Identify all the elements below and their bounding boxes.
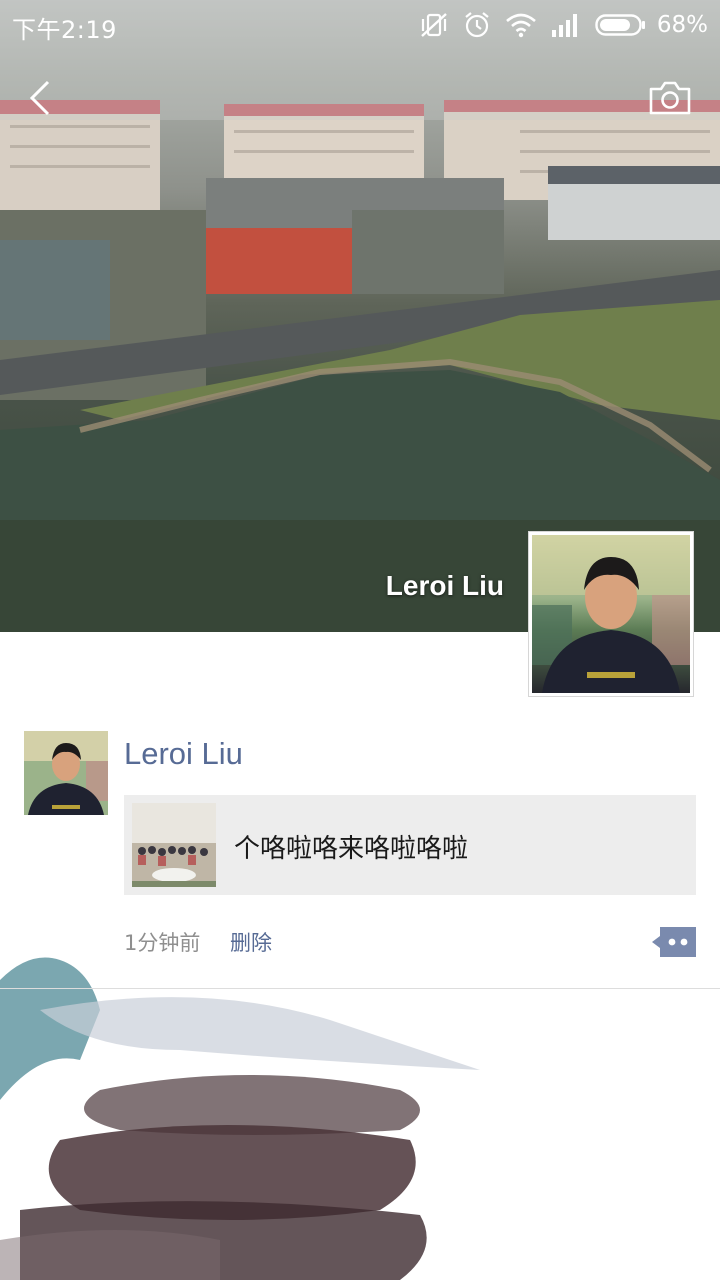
post-divider xyxy=(0,988,720,989)
link-thumbnail-art xyxy=(132,803,216,887)
shared-link-card[interactable]: 个咯啦咯来咯啦咯啦 xyxy=(124,795,696,895)
vibrate-off-icon xyxy=(421,13,447,37)
status-bar: 下午2:19 68% xyxy=(0,0,720,50)
camera-button[interactable] xyxy=(642,70,698,126)
brush-stroke-decoration xyxy=(0,957,480,1280)
profile-avatar[interactable] xyxy=(528,531,694,697)
camera-icon xyxy=(649,81,691,115)
post-author-name[interactable]: Leroi Liu xyxy=(124,736,243,772)
status-icons: 68% xyxy=(419,8,708,42)
link-thumbnail xyxy=(132,803,216,887)
battery-percent: 68% xyxy=(656,12,708,38)
avatar-portrait-art xyxy=(532,535,690,693)
wifi-icon xyxy=(506,13,536,38)
signal-icon xyxy=(551,14,577,37)
post-author-avatar[interactable] xyxy=(24,731,108,815)
back-button[interactable] xyxy=(12,70,68,126)
battery-icon xyxy=(595,14,645,36)
avatar xyxy=(532,535,690,693)
status-time: 下午2:19 xyxy=(12,16,117,44)
chevron-left-icon xyxy=(29,80,50,116)
link-title: 个咯啦咯来咯啦咯啦 xyxy=(234,834,469,864)
post-avatar-art xyxy=(24,731,108,815)
cover-username: Leroi Liu xyxy=(385,570,504,601)
alarm-icon xyxy=(465,12,489,38)
